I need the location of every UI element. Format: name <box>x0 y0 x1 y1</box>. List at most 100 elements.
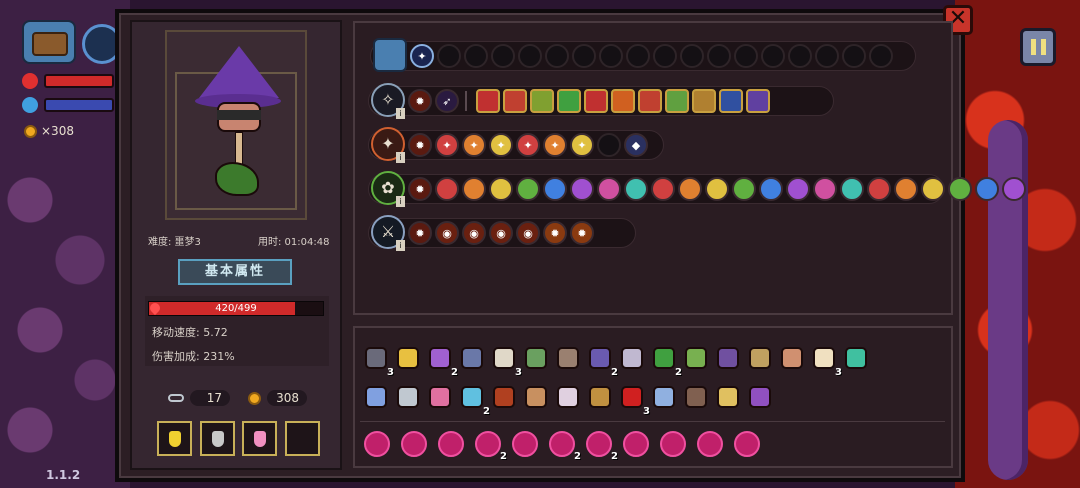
chest-slot-icon[interactable] <box>373 37 407 72</box>
rune-icon[interactable]: 2 <box>475 431 507 462</box>
antler-icon[interactable] <box>712 381 744 413</box>
wing-icon[interactable] <box>840 342 872 374</box>
rune-slot-icon[interactable] <box>503 89 527 113</box>
jaw-icon[interactable]: 3 <box>488 342 522 378</box>
rune-gem-icon[interactable] <box>732 177 756 201</box>
rune-gem-icon[interactable] <box>597 177 621 201</box>
rune-gem-icon[interactable] <box>948 177 972 201</box>
rune-gem-icon[interactable] <box>840 177 864 201</box>
pickaxe-icon[interactable] <box>584 381 616 413</box>
rune-gem-icon[interactable]: ◉ <box>516 221 540 245</box>
rune-gem-icon[interactable] <box>489 177 513 201</box>
empty-slot[interactable] <box>680 44 704 68</box>
rune-gem-icon[interactable]: ✦ <box>543 133 567 157</box>
rune-icon[interactable] <box>660 431 686 457</box>
mirror-icon[interactable] <box>648 381 680 413</box>
empty-slot[interactable] <box>545 44 569 68</box>
shoe-icon[interactable] <box>520 342 552 374</box>
fire-gem-icon[interactable]: ✹ <box>408 177 432 201</box>
empty-slot[interactable] <box>464 44 488 68</box>
rune-slot-icon[interactable] <box>584 89 608 113</box>
empty-slot[interactable] <box>788 44 812 68</box>
rune-gem-icon[interactable]: ◉ <box>435 221 459 245</box>
nature-staff-weapon-icon[interactable]: ✿ i <box>371 170 405 207</box>
hat-icon[interactable]: 3 <box>360 342 394 378</box>
empty-slot[interactable] <box>734 44 758 68</box>
empty-slot[interactable] <box>869 44 893 68</box>
rune-icon[interactable] <box>512 431 538 457</box>
empty-slot[interactable] <box>653 44 677 68</box>
rune-gem-icon[interactable] <box>705 177 729 201</box>
rune-icon[interactable]: 2 <box>586 431 618 462</box>
slime-icon[interactable]: 2 <box>456 381 490 417</box>
empty-slot[interactable] <box>626 44 650 68</box>
clover-icon[interactable] <box>680 342 712 374</box>
rune-slot-icon[interactable] <box>638 89 662 113</box>
branch-icon[interactable] <box>744 342 776 374</box>
rune-icon[interactable] <box>734 431 760 457</box>
empty-slot[interactable] <box>761 44 785 68</box>
boot-icon[interactable]: 2 <box>424 342 458 378</box>
cloak-icon[interactable] <box>712 342 744 374</box>
fire-staff-weapon-icon[interactable]: ✦ i <box>371 126 405 163</box>
eye-icon[interactable]: 3 <box>616 381 650 417</box>
rune-gem-icon[interactable]: ✦ <box>462 133 486 157</box>
rune-gem-icon[interactable]: ✦ <box>570 133 594 157</box>
rune-icon[interactable] <box>364 431 390 457</box>
empty-slot[interactable] <box>437 44 461 68</box>
empty-slot[interactable] <box>842 44 866 68</box>
rune-slot-icon[interactable] <box>692 89 716 113</box>
empty-slot[interactable] <box>572 44 596 68</box>
rune-gem-icon[interactable] <box>678 177 702 201</box>
rune-gem-icon[interactable] <box>921 177 945 201</box>
bag-icon[interactable]: 2 <box>584 342 618 378</box>
gem-icon[interactable] <box>360 381 392 413</box>
witch-hat-icon[interactable] <box>744 381 776 413</box>
gauntlet-icon[interactable] <box>456 342 488 374</box>
star-gem-icon[interactable]: ✦ <box>410 44 434 68</box>
empty-slot[interactable] <box>491 44 515 68</box>
fire-gem-icon[interactable]: ✹ <box>408 133 432 157</box>
rune-gem-icon[interactable] <box>786 177 810 201</box>
rune-gem-icon[interactable]: ✹ <box>543 221 567 245</box>
rune-gem-icon[interactable] <box>651 177 675 201</box>
rune-slot-icon[interactable] <box>746 89 770 113</box>
leaf-icon[interactable]: 2 <box>648 342 682 378</box>
rune-slot-icon[interactable] <box>611 89 635 113</box>
bird-icon[interactable] <box>552 381 584 413</box>
rune-gem-icon[interactable] <box>1002 177 1026 201</box>
rune-icon[interactable] <box>401 431 427 457</box>
rune-gem-icon[interactable] <box>867 177 891 201</box>
rune-icon[interactable] <box>438 431 464 457</box>
rune-gem-icon[interactable]: ✦ <box>435 133 459 157</box>
rune-icon[interactable] <box>623 431 649 457</box>
rune-icon[interactable] <box>697 431 723 457</box>
armor-icon[interactable] <box>680 381 712 413</box>
rune-gem-icon[interactable]: ✦ <box>516 133 540 157</box>
potion-slot-1[interactable] <box>157 421 192 456</box>
rune-gem-icon[interactable]: ✹ <box>570 221 594 245</box>
potion-slot-2[interactable] <box>200 421 235 456</box>
rune-gem-icon[interactable]: ◉ <box>489 221 513 245</box>
pause-button[interactable] <box>1020 28 1056 66</box>
radish-icon[interactable] <box>424 381 456 413</box>
scroll-icon[interactable] <box>616 342 648 374</box>
empty-slot[interactable] <box>518 44 542 68</box>
empty-slot[interactable] <box>599 44 623 68</box>
book-icon[interactable] <box>520 381 552 413</box>
diamond-gem-icon[interactable]: ◆ <box>624 133 648 157</box>
potion-slot-3[interactable] <box>242 421 277 456</box>
rune-gem-icon[interactable]: ◉ <box>462 221 486 245</box>
rune-gem-icon[interactable] <box>894 177 918 201</box>
rune-gem-icon[interactable] <box>543 177 567 201</box>
fire-gem-icon[interactable]: ✹ <box>408 221 432 245</box>
rune-gem-icon[interactable]: ✦ <box>489 133 513 157</box>
empty-slot[interactable] <box>707 44 731 68</box>
rune-slot-icon[interactable] <box>719 89 743 113</box>
rune-gem-icon[interactable] <box>435 177 459 201</box>
rune-gem-icon[interactable] <box>759 177 783 201</box>
chest-button[interactable] <box>22 20 76 64</box>
sword-weapon-icon[interactable]: ⚔ i <box>371 214 405 251</box>
empty-slot[interactable] <box>815 44 839 68</box>
spellbook-weapon-icon[interactable]: ✧ i <box>371 82 405 119</box>
